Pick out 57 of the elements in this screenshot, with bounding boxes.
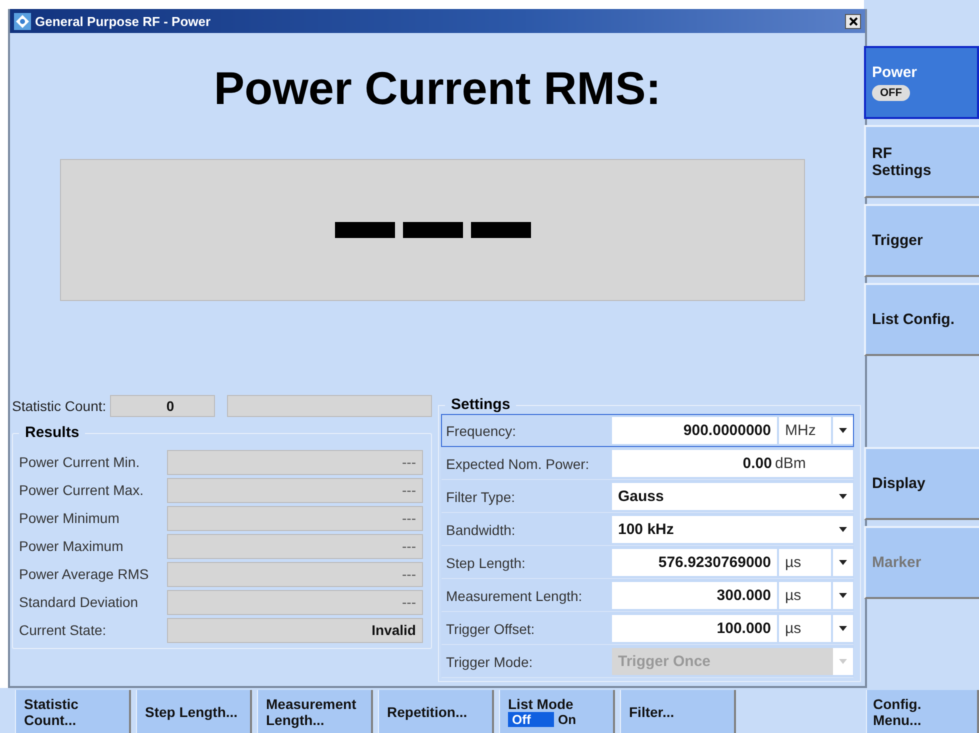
select-field[interactable]: 100 kHz [612,516,853,543]
softkey[interactable]: Power OFF [864,46,979,119]
softkey[interactable]: Trigger [864,204,979,277]
value-field[interactable]: 576.9230769000 [612,549,777,576]
result-field: Invalid [167,618,423,642]
function-key[interactable]: Step Length... [136,690,252,733]
field-label: Statistic Count: [12,398,106,414]
group-title: Settings [445,396,516,413]
field-label: Measurement Length: [445,588,584,604]
value-field[interactable]: 0.00 dBm [612,450,853,477]
result-field: --- [167,450,423,474]
value-field[interactable]: 300.000 [612,582,777,609]
key-label: List Mode [508,696,574,712]
count-field: 0 [110,395,216,417]
result-field: --- [167,534,423,558]
toggle-pill: OFF [872,85,910,101]
softkey[interactable]: List Config. [864,283,979,356]
field-label: Power Minimum [19,510,120,526]
field-label: Filter Type: [445,488,516,504]
toggle-option[interactable]: Off [508,712,554,727]
measurement-heading: Power Current RMS: [214,61,662,115]
field-label: Power Current Max. [19,482,144,498]
app-icon [14,12,31,30]
function-key[interactable]: Filter... [620,690,736,733]
function-key[interactable]: Config. Menu... [866,690,979,733]
unit-field[interactable]: MHz [779,417,831,444]
field-label: Frequency: [445,422,518,438]
field-label: Trigger Offset: [445,620,536,636]
result-field: --- [167,478,423,502]
field-label: Step Length: [445,554,526,570]
result-field: --- [167,506,423,530]
close-icon [848,16,858,26]
field-label: Standard Deviation [19,594,140,610]
field-label: Bandwidth: [445,522,516,538]
close-button[interactable] [845,14,861,28]
field-label: Power Current Min. [19,454,141,470]
function-key[interactable]: Measurement Length... [257,690,373,733]
unit-field[interactable]: µs [779,582,831,609]
value-field[interactable]: 100.000 [612,615,777,642]
field-label: Power Maximum [19,538,124,554]
field-label: Expected Nom. Power: [445,456,590,472]
select-field[interactable]: Gauss [612,483,853,510]
field-label: Power Average RMS [19,566,150,582]
unit-field[interactable]: µs [779,615,831,642]
field-label: Trigger Mode: [445,654,534,670]
field-label: Current State: [19,622,108,638]
result-field: --- [167,562,423,586]
value-field[interactable]: 900.0000000 [612,417,777,444]
softkey[interactable]: RF Settings [864,125,979,198]
window-title: General Purpose RF - Power [35,14,212,28]
toggle-option[interactable]: On [554,712,600,727]
softkey[interactable]: Display [864,447,979,520]
result-field: --- [167,590,423,614]
toggle-key[interactable]: List Mode Off On [499,690,615,733]
function-key[interactable]: Statistic Count... [15,690,131,733]
unit-field[interactable]: µs [779,549,831,576]
function-key[interactable]: Repetition... [378,690,494,733]
